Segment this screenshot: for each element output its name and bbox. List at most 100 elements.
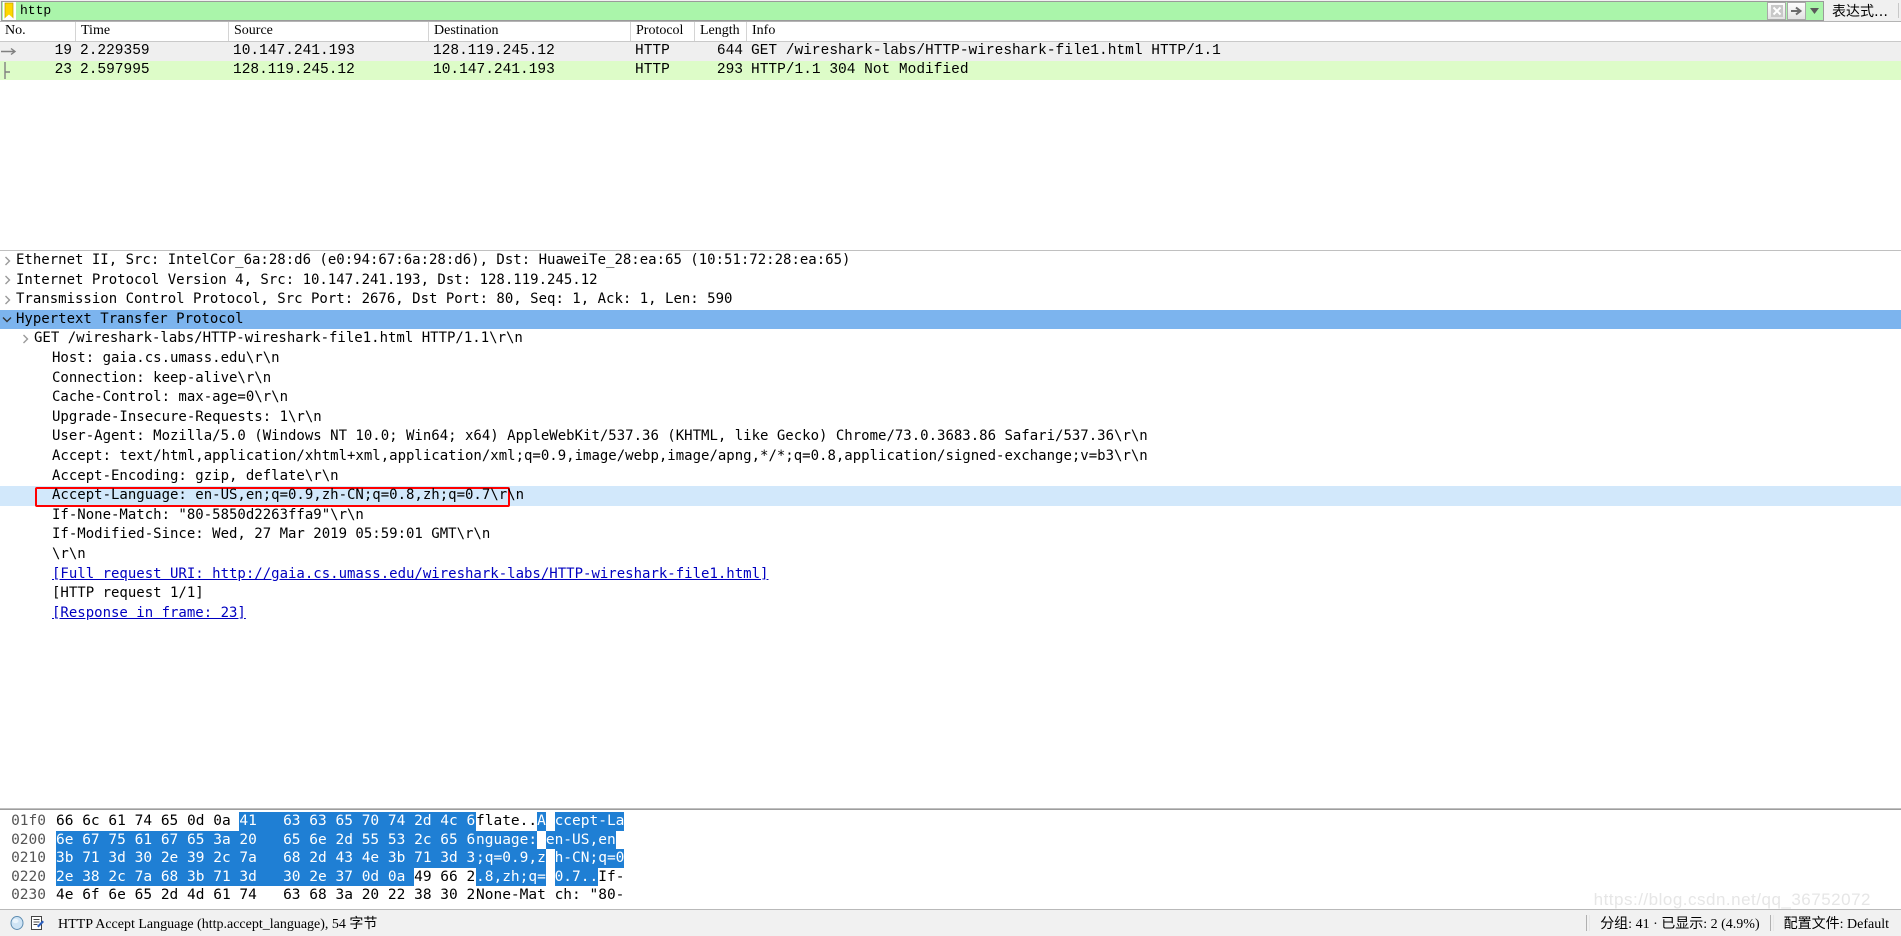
hex-row[interactable]: 02202e 38 2c 7a 68 3b 71 3d 30 2e 37 0d … [0, 868, 1901, 887]
hex-byte: 30 [440, 886, 466, 905]
detail-row[interactable]: Accept: text/html,application/xhtml+xml,… [0, 447, 1901, 467]
detail-row[interactable]: Internet Protocol Version 4, Src: 10.147… [0, 271, 1901, 291]
hex-ascii-run [537, 831, 546, 850]
hex-byte: 0a [388, 868, 414, 887]
status-packet-counts: 分组: 41 · 已显示: 2 (4.9%) [1600, 913, 1759, 933]
detail-row-label: \r\n [50, 545, 86, 565]
detail-row[interactable]: Host: gaia.cs.umass.edu\r\n [0, 349, 1901, 369]
status-field-info: HTTP Accept Language (http.accept_langua… [52, 913, 377, 933]
hex-byte: 63 [283, 812, 309, 831]
detail-row[interactable]: Ethernet II, Src: IntelCor_6a:28:d6 (e0:… [0, 251, 1901, 271]
column-header-length[interactable]: Length [695, 22, 747, 41]
hex-byte: 68 [161, 868, 187, 887]
detail-row-label: If-Modified-Since: Wed, 27 Mar 2019 05:5… [50, 525, 490, 545]
detail-row[interactable]: Accept-Language: en-US,en;q=0.9,zh-CN;q=… [0, 486, 1901, 506]
hex-byte: 39 [187, 849, 213, 868]
table-row[interactable]: 19 2.229359 10.147.241.193 128.119.245.1… [0, 42, 1901, 61]
detail-row-label: Accept-Language: en-US,en;q=0.9,zh-CN;q=… [50, 486, 524, 506]
apply-filter-button[interactable] [1787, 2, 1806, 20]
hex-byte: 74 [239, 886, 283, 905]
filter-expression-button[interactable]: 表达式… [1824, 1, 1898, 20]
hex-byte: 53 [388, 831, 414, 850]
hex-row[interactable]: 02006e 67 75 61 67 65 3a 20 65 6e 2d 55 … [0, 831, 1901, 850]
expert-info-icon[interactable] [10, 916, 24, 930]
detail-row[interactable]: If-Modified-Since: Wed, 27 Mar 2019 05:5… [0, 525, 1901, 545]
cell-time: 2.229359 [76, 42, 229, 61]
table-row[interactable]: 23 2.597995 128.119.245.12 10.147.241.19… [0, 61, 1901, 80]
detail-row-label: Accept: text/html,application/xhtml+xml,… [50, 447, 1148, 467]
detail-row-label: [Full request URI: http://gaia.cs.umass.… [50, 565, 768, 585]
cell-protocol: HTTP [631, 61, 695, 80]
detail-row[interactable]: Hypertext Transfer Protocol [0, 310, 1901, 330]
hex-row[interactable]: 02103b 71 3d 30 2e 39 2c 7a 68 2d 43 4e … [0, 849, 1901, 868]
hex-byte: 2d [161, 886, 187, 905]
chevron-right-icon[interactable] [18, 334, 32, 344]
hex-byte: 74 [135, 812, 161, 831]
capture-file-icon[interactable] [30, 916, 44, 931]
hex-byte: 3b [56, 849, 82, 868]
chevron-right-icon[interactable] [0, 295, 14, 305]
cell-info: GET /wireshark-labs/HTTP-wireshark-file1… [747, 42, 1901, 61]
related-packet-bar-icon [0, 61, 20, 80]
hex-offset: 0210 [0, 849, 56, 868]
hex-byte: 2d [335, 831, 361, 850]
hex-byte: 20 [362, 886, 388, 905]
hex-byte: 0d [362, 868, 388, 887]
detail-row-label: [HTTP request 1/1] [50, 584, 204, 604]
hex-byte: 65 [440, 831, 466, 850]
column-header-no[interactable]: No. [0, 22, 76, 41]
hex-byte: 65 [161, 812, 187, 831]
chevron-down-icon[interactable] [0, 316, 14, 323]
status-profile[interactable]: 配置文件: Default [1784, 913, 1901, 933]
detail-row[interactable]: Upgrade-Insecure-Requests: 1\r\n [0, 408, 1901, 428]
column-header-protocol[interactable]: Protocol [631, 22, 695, 41]
hex-ascii: None-Mat ch: "80- [476, 886, 671, 905]
hex-ascii-run: ccept-La [555, 812, 625, 831]
hex-byte: 65 [283, 831, 309, 850]
hex-byte: 43 [335, 849, 361, 868]
detail-row[interactable]: Transmission Control Protocol, Src Port:… [0, 290, 1901, 310]
column-header-destination[interactable]: Destination [429, 22, 631, 41]
packet-list-pane[interactable]: No. Time Source Destination Protocol Len… [0, 22, 1901, 251]
hex-byte: 67 [161, 831, 187, 850]
detail-row[interactable]: [HTTP request 1/1] [0, 584, 1901, 604]
hex-byte: 67 [82, 831, 108, 850]
column-header-info[interactable]: Info [747, 22, 1901, 41]
detail-row[interactable]: [Full request URI: http://gaia.cs.umass.… [0, 565, 1901, 585]
filter-history-dropdown[interactable] [1807, 2, 1822, 20]
hex-byte: 30 [283, 868, 309, 887]
hex-byte: 4c [440, 812, 466, 831]
detail-row[interactable]: \r\n [0, 545, 1901, 565]
chevron-right-icon[interactable] [0, 256, 14, 266]
column-header-time[interactable]: Time [76, 22, 229, 41]
filter-value[interactable]: http [16, 2, 1767, 20]
display-filter-input[interactable]: http [1, 1, 1824, 21]
column-header-source[interactable]: Source [229, 22, 429, 41]
chevron-right-icon[interactable] [0, 275, 14, 285]
detail-row[interactable]: [Response in frame: 23] [0, 604, 1901, 624]
hex-byte: 2c [108, 868, 134, 887]
hex-row[interactable]: 02304e 6f 6e 65 2d 4d 61 74 63 68 3a 20 … [0, 886, 1901, 905]
detail-row[interactable]: Connection: keep-alive\r\n [0, 369, 1901, 389]
detail-row[interactable]: If-None-Match: "80-5850d2263ffa9"\r\n [0, 506, 1901, 526]
hex-row[interactable]: 01f066 6c 61 74 65 0d 0a 41 63 63 65 70 … [0, 812, 1901, 831]
detail-row[interactable]: GET /wireshark-labs/HTTP-wireshark-file1… [0, 329, 1901, 349]
hex-byte: 6e [108, 886, 134, 905]
packet-bytes-pane[interactable]: 01f066 6c 61 74 65 0d 0a 41 63 63 65 70 … [0, 809, 1901, 909]
hex-bytes: 4e 6f 6e 65 2d 4d 61 74 63 68 3a 20 22 3… [56, 886, 456, 905]
hex-ascii-run [546, 812, 555, 831]
detail-row[interactable]: Cache-Control: max-age=0\r\n [0, 388, 1901, 408]
detail-row-label: Hypertext Transfer Protocol [14, 310, 244, 330]
packet-details-pane[interactable]: Ethernet II, Src: IntelCor_6a:28:d6 (e0:… [0, 251, 1901, 809]
detail-row[interactable]: Accept-Encoding: gzip, deflate\r\n [0, 467, 1901, 487]
hex-byte: 22 [388, 886, 414, 905]
close-icon [1771, 5, 1783, 17]
hex-byte: 2c [213, 849, 239, 868]
clear-filter-button[interactable] [1767, 2, 1786, 20]
hex-byte: 3d [440, 849, 466, 868]
detail-row[interactable]: User-Agent: Mozilla/5.0 (Windows NT 10.0… [0, 427, 1901, 447]
hex-byte: 6e [309, 831, 335, 850]
bookmark-icon[interactable] [3, 2, 16, 20]
hex-ascii: nguage: en-US,en [476, 831, 671, 850]
hex-byte: 2d [309, 849, 335, 868]
